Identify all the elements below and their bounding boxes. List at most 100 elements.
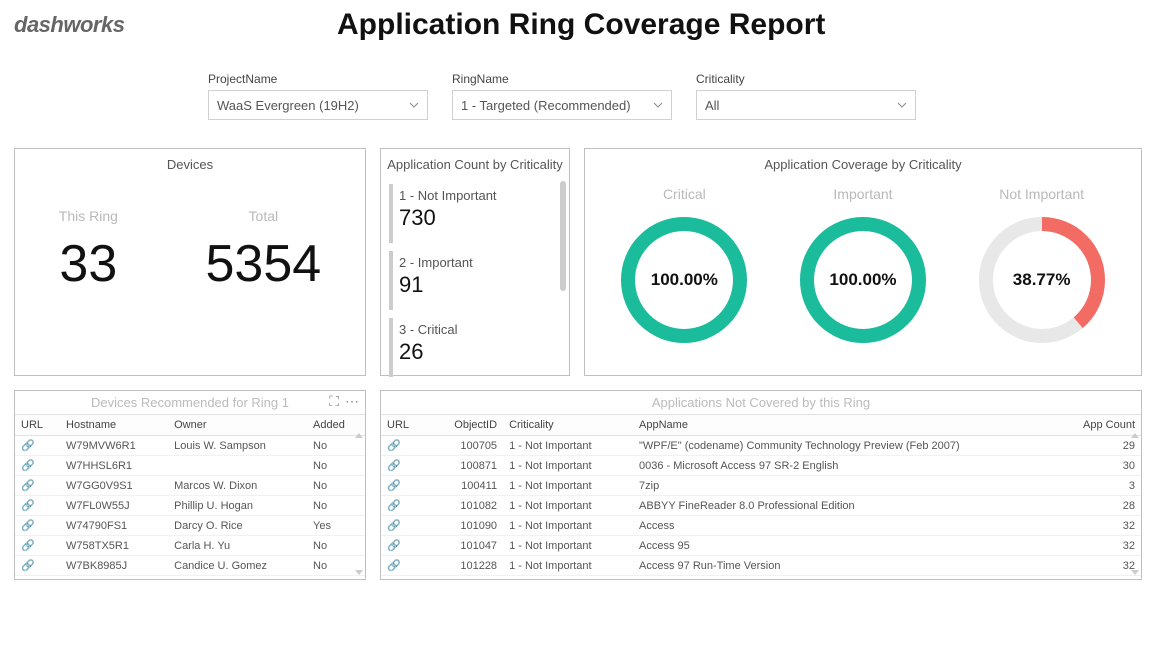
app-count-card: Application Count by Criticality 1 - Not… <box>380 148 570 376</box>
link-icon[interactable]: 🔗 <box>387 520 401 532</box>
link-icon[interactable]: 🔗 <box>387 560 401 572</box>
cell-appname: ABBYY FineReader 8.0 Professional Editio… <box>633 496 1053 516</box>
link-icon[interactable]: 🔗 <box>21 460 35 472</box>
table-row[interactable]: 🔗1012281 - Not ImportantAccess 97 Run-Ti… <box>381 556 1141 576</box>
filter-criticality-dropdown[interactable]: All <box>696 90 916 120</box>
cell-owner: Marcos W. Dixon <box>168 476 307 496</box>
cell-appname: 0036 - Microsoft Access 97 SR-2 English <box>633 456 1053 476</box>
column-header[interactable]: AppName <box>633 415 1053 436</box>
link-icon[interactable]: 🔗 <box>21 560 35 572</box>
logo: dashworks <box>8 12 124 38</box>
filter-project-label: ProjectName <box>208 72 428 86</box>
devices-table-card: Devices Recommended for Ring 1 ⛶ ⋯ URLHo… <box>14 390 366 580</box>
link-icon[interactable]: 🔗 <box>387 460 401 472</box>
donut-label: Critical <box>614 186 754 202</box>
cell-appname: Access 95 <box>633 536 1053 556</box>
cell-appcount: 3 <box>1053 476 1141 496</box>
criticality-value: 91 <box>399 272 561 298</box>
cell-objectid: 101228 <box>428 556 503 576</box>
link-icon[interactable]: 🔗 <box>21 500 35 512</box>
devices-total-label: Total <box>206 208 322 224</box>
cell-appname: 7zip <box>633 476 1053 496</box>
column-header[interactable]: URL <box>15 415 60 436</box>
criticality-row: 1 - Not Important730 <box>389 184 561 243</box>
cell-hostname: W7FL0W55J <box>60 496 168 516</box>
cell-hostname: W79MVW6R1 <box>60 436 168 456</box>
donut-chart: 100.00% <box>614 210 754 350</box>
more-options-icon[interactable]: ⋯ <box>345 393 359 410</box>
column-header[interactable]: ObjectID <box>428 415 503 436</box>
donut-col: Not Important 38.77% <box>972 186 1112 350</box>
cell-appname: Access <box>633 516 1053 536</box>
devices-table-title: Devices Recommended for Ring 1 <box>15 391 365 414</box>
table-row[interactable]: 🔗1010901 - Not ImportantAccess32 <box>381 516 1141 536</box>
devices-this-label: This Ring <box>59 208 118 224</box>
table-row[interactable]: 🔗W79MVW6R1Louis W. SampsonNo <box>15 436 365 456</box>
filter-criticality-value: All <box>705 98 719 113</box>
column-header[interactable]: Hostname <box>60 415 168 436</box>
cell-hostname: W758TX5R1 <box>60 536 168 556</box>
donut-chart: 38.77% <box>972 210 1112 350</box>
criticality-label: 2 - Important <box>399 255 561 270</box>
donut-value: 100.00% <box>614 210 754 350</box>
scrollbar[interactable] <box>560 181 566 291</box>
cell-appcount: 32 <box>1053 536 1141 556</box>
table-row[interactable]: 🔗W7FL0W55JPhillip U. HoganNo <box>15 496 365 516</box>
table-row[interactable]: 🔗W758TX5R1Carla H. YuNo <box>15 536 365 556</box>
scrollbar[interactable] <box>355 433 363 575</box>
apps-table-title: Applications Not Covered by this Ring <box>381 391 1141 414</box>
table-row[interactable]: 🔗 1008711 - Not Important0036 - Microsoft… <box>381 456 1141 476</box>
column-header[interactable]: Criticality <box>503 415 633 436</box>
column-header[interactable]: App Count <box>1053 415 1141 436</box>
link-icon[interactable]: 🔗 <box>21 440 35 452</box>
cell-appcount: 32 <box>1053 516 1141 536</box>
table-row[interactable]: 🔗1010471 - Not ImportantAccess 9532 <box>381 536 1141 556</box>
column-header[interactable]: URL <box>381 415 428 436</box>
devices-table: URLHostnameOwnerAdded 🔗W79MVW6R1Louis W.… <box>15 414 365 576</box>
link-icon[interactable]: 🔗 <box>21 540 35 552</box>
filter-project-dropdown[interactable]: WaaS Evergreen (19H2) <box>208 90 428 120</box>
table-row[interactable]: 🔗W7BK8985JCandice U. GomezNo <box>15 556 365 576</box>
table-row[interactable]: 🔗W7HHSL6R1No <box>15 456 365 476</box>
filter-ring-label: RingName <box>452 72 672 86</box>
cell-objectid: 100411 <box>428 476 503 496</box>
cell-criticality: 1 - Not Important <box>503 456 633 476</box>
cell-objectid: 101082 <box>428 496 503 516</box>
focus-mode-icon[interactable]: ⛶ <box>329 393 339 410</box>
chevron-down-icon <box>897 100 907 110</box>
cell-appcount: 30 <box>1053 456 1141 476</box>
page-title: Application Ring Coverage Report <box>124 8 1038 42</box>
donut-col: Critical 100.00% <box>614 186 754 350</box>
cell-criticality: 1 - Not Important <box>503 536 633 556</box>
table-row[interactable]: 🔗1010821 - Not ImportantABBYY FineReader… <box>381 496 1141 516</box>
cell-appname: Access 97 Run-Time Version <box>633 556 1053 576</box>
link-icon[interactable]: 🔗 <box>387 540 401 552</box>
filter-ring-dropdown[interactable]: 1 - Targeted (Recommended) <box>452 90 672 120</box>
link-icon[interactable]: 🔗 <box>387 480 401 492</box>
link-icon[interactable]: 🔗 <box>21 520 35 532</box>
donut-col: Important 100.00% <box>793 186 933 350</box>
cell-owner <box>168 456 307 476</box>
table-row[interactable]: 🔗W7GG0V9S1Marcos W. DixonNo <box>15 476 365 496</box>
column-header[interactable]: Owner <box>168 415 307 436</box>
cell-hostname: W74790FS1 <box>60 516 168 536</box>
table-row[interactable]: 🔗W74790FS1Darcy O. RiceYes <box>15 516 365 536</box>
table-row[interactable]: 🔗1004111 - Not Important7zip3 <box>381 476 1141 496</box>
cell-owner: Phillip U. Hogan <box>168 496 307 516</box>
cell-criticality: 1 - Not Important <box>503 436 633 456</box>
cell-appname: "WPF/E" (codename) Community Technology … <box>633 436 1053 456</box>
criticality-label: 1 - Not Important <box>399 188 561 203</box>
link-icon[interactable]: 🔗 <box>387 500 401 512</box>
donut-label: Important <box>793 186 933 202</box>
cell-owner: Carla H. Yu <box>168 536 307 556</box>
link-icon[interactable]: 🔗 <box>21 480 35 492</box>
cell-hostname: W7GG0V9S1 <box>60 476 168 496</box>
table-row[interactable]: 🔗1007051 - Not Important"WPF/E" (codenam… <box>381 436 1141 456</box>
criticality-row: 2 - Important 91 <box>389 251 561 310</box>
donut-value: 100.00% <box>793 210 933 350</box>
cell-owner: Candice U. Gomez <box>168 556 307 576</box>
devices-card: Devices This Ring 33 Total 5354 <box>14 148 366 376</box>
link-icon[interactable]: 🔗 <box>387 440 401 452</box>
cell-objectid: 100871 <box>428 456 503 476</box>
scrollbar[interactable] <box>1131 433 1139 575</box>
